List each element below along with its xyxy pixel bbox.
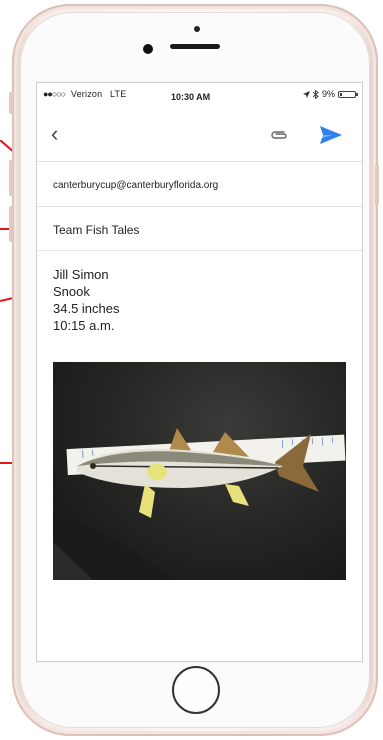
battery-percent: 9% <box>321 89 335 99</box>
power-button <box>375 165 379 205</box>
volume-button <box>9 92 13 114</box>
volume-button <box>9 160 13 196</box>
back-chevron-icon[interactable]: ‹ <box>51 123 58 145</box>
volume-button <box>9 206 13 242</box>
front-camera <box>143 44 153 54</box>
subject-text: Team Fish Tales <box>53 223 140 237</box>
battery-icon <box>338 90 358 98</box>
subject-field[interactable]: Team Fish Tales <box>37 207 362 251</box>
body-line-time: 10:15 a.m. <box>53 318 115 333</box>
location-icon <box>302 90 310 98</box>
home-button[interactable] <box>172 666 220 714</box>
fish-photo-icon <box>53 428 346 580</box>
paperclip-icon[interactable] <box>269 129 289 141</box>
proximity-sensor <box>194 26 200 32</box>
body-line-name: Jill Simon <box>53 267 109 282</box>
status-right: 9% <box>302 89 358 99</box>
to-field[interactable]: canterburycup@canterburyflorida.org <box>37 161 362 207</box>
bluetooth-icon <box>312 89 319 99</box>
body-line-length: 34.5 inches <box>53 301 120 316</box>
status-bar: ●●○○○ Verizon LTE 10:30 AM 9% <box>37 83 362 105</box>
compose-toolbar: ‹ <box>37 113 362 157</box>
recipient-address: canterburycup@canterburyflorida.org <box>53 180 219 191</box>
message-body[interactable]: Jill Simon Snook 34.5 inches 10:15 a.m. <box>53 266 120 334</box>
carrier-name: Verizon <box>70 89 103 99</box>
network-type: LTE <box>110 89 127 99</box>
send-icon[interactable] <box>320 126 342 144</box>
attached-fish-photo[interactable] <box>53 362 346 580</box>
body-line-species: Snook <box>53 284 90 299</box>
carrier-info: ●●○○○ Verizon LTE <box>43 89 126 99</box>
earpiece-speaker <box>170 44 220 49</box>
status-time: 10:30 AM <box>171 92 211 102</box>
signal-dots: ●●○○○ <box>43 89 66 99</box>
email-compose-screen: ●●○○○ Verizon LTE 10:30 AM 9% ‹ canterbu… <box>36 82 363 662</box>
